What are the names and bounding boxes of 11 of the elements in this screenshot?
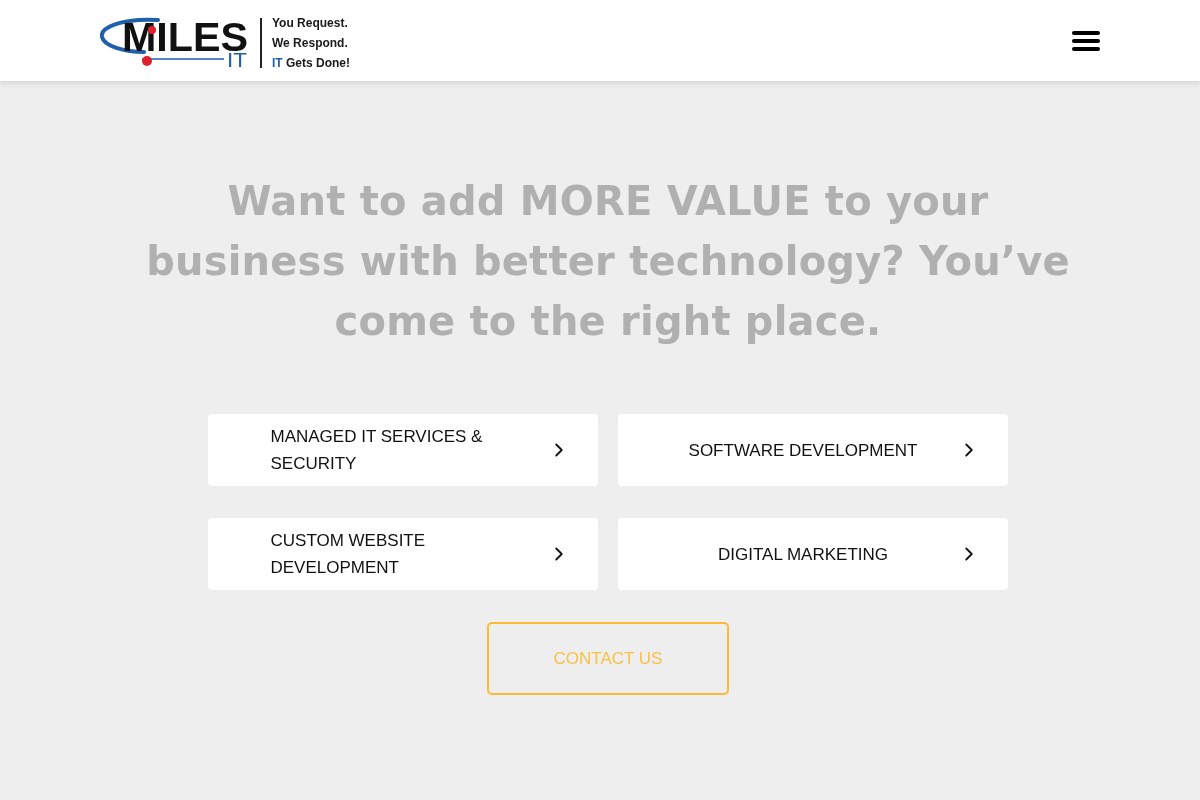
menu-icon bbox=[1072, 30, 1100, 51]
headline: Want to add MORE VALUE to your business with better technology? You’ve come to the right place. bbox=[145, 177, 1071, 346]
tagline-text: You Request. bbox=[272, 14, 349, 32]
tagline-text: We Respond. bbox=[272, 34, 349, 52]
tagline-text: IT Gets Done! bbox=[272, 54, 351, 72]
service-link[interactable]: CUSTOM WEBSITE DEVELOPMENT bbox=[208, 518, 598, 590]
service-link[interactable]: DIGITAL MARKETING bbox=[618, 518, 1008, 590]
logo[interactable]: MILESIT bbox=[100, 14, 250, 71]
service-link[interactable]: MANAGED IT SERVICES & SECURITY bbox=[208, 414, 598, 486]
menu-button[interactable] bbox=[1072, 30, 1100, 51]
service-link[interactable]: SOFTWARE DEVELOPMENT bbox=[618, 414, 1008, 486]
